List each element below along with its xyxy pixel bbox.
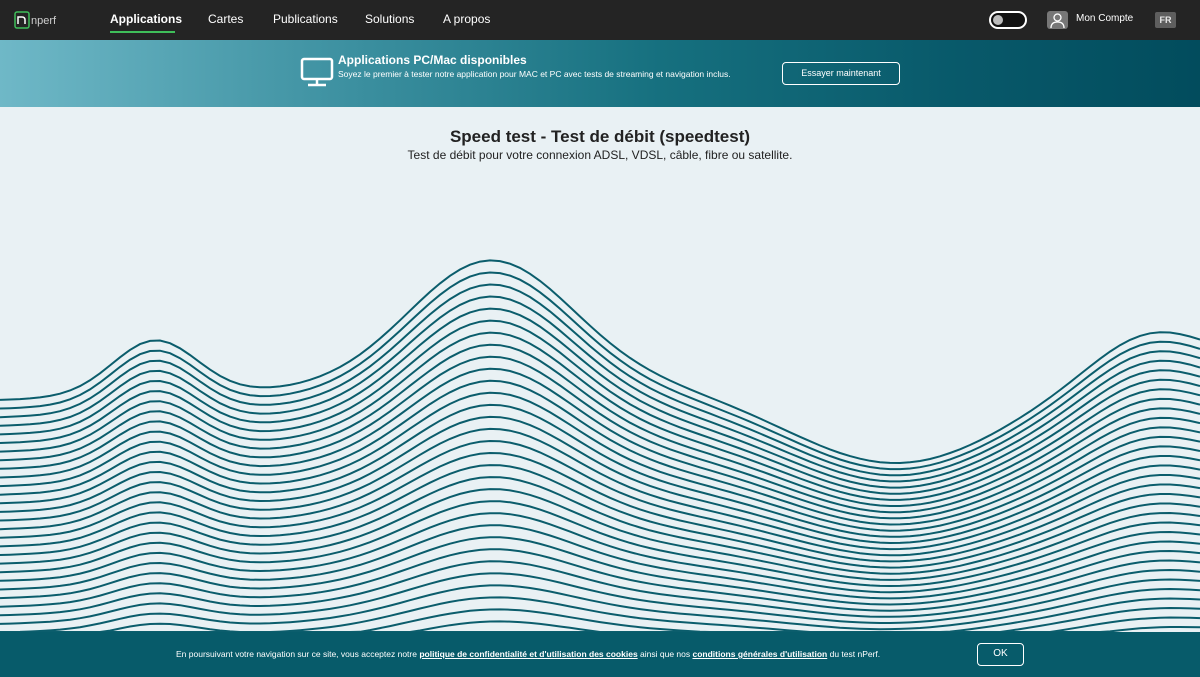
theme-toggle[interactable] — [989, 11, 1027, 29]
language-selector[interactable]: FR — [1155, 12, 1176, 28]
terms-link[interactable]: conditions générales d'utilisation — [693, 649, 828, 659]
nav-item-cartes[interactable]: Cartes — [208, 12, 243, 27]
cookie-text-before: En poursuivant votre navigation sur ce s… — [176, 649, 420, 659]
nperf-logo[interactable]: nperf — [14, 10, 64, 30]
page-subtitle: Test de débit pour votre connexion ADSL,… — [407, 148, 793, 162]
wave-line — [0, 572, 1200, 625]
account-link[interactable]: Mon Compte — [1076, 13, 1133, 24]
nav-active-indicator — [110, 31, 175, 33]
cookie-ok-button[interactable]: OK — [977, 643, 1024, 666]
svg-text:nperf: nperf — [31, 15, 57, 27]
cookie-consent-bar: En poursuivant votre navigation sur ce s… — [0, 632, 1200, 677]
cookie-text-middle: ainsi que nos — [637, 649, 693, 659]
cookie-message: En poursuivant votre navigation sur ce s… — [176, 649, 880, 659]
nav-item-applications[interactable]: Applications — [110, 12, 182, 27]
user-icon[interactable] — [1047, 11, 1068, 29]
banner-title: Applications PC/Mac disponibles — [338, 53, 527, 67]
wave-line — [0, 560, 1200, 618]
monitor-icon — [300, 57, 334, 87]
nav-item-a-propos[interactable]: A propos — [443, 12, 490, 27]
privacy-policy-link[interactable]: politique de confidentialité et d'utilis… — [419, 649, 637, 659]
nav-item-publications[interactable]: Publications — [273, 12, 338, 27]
page-title: Speed test - Test de débit (speedtest) — [449, 127, 751, 146]
top-navigation: nperf Applications Cartes Publications S… — [0, 0, 1200, 40]
nav-item-solutions[interactable]: Solutions — [365, 12, 414, 27]
try-now-button[interactable]: Essayer maintenant — [782, 62, 900, 85]
promo-banner: Applications PC/Mac disponibles Soyez le… — [0, 40, 1200, 107]
sun-icon — [993, 15, 1003, 25]
banner-description: Soyez le premier à tester notre applicat… — [338, 69, 731, 79]
cookie-text-after: du test nPerf. — [827, 649, 881, 659]
wave-line — [0, 415, 1200, 545]
